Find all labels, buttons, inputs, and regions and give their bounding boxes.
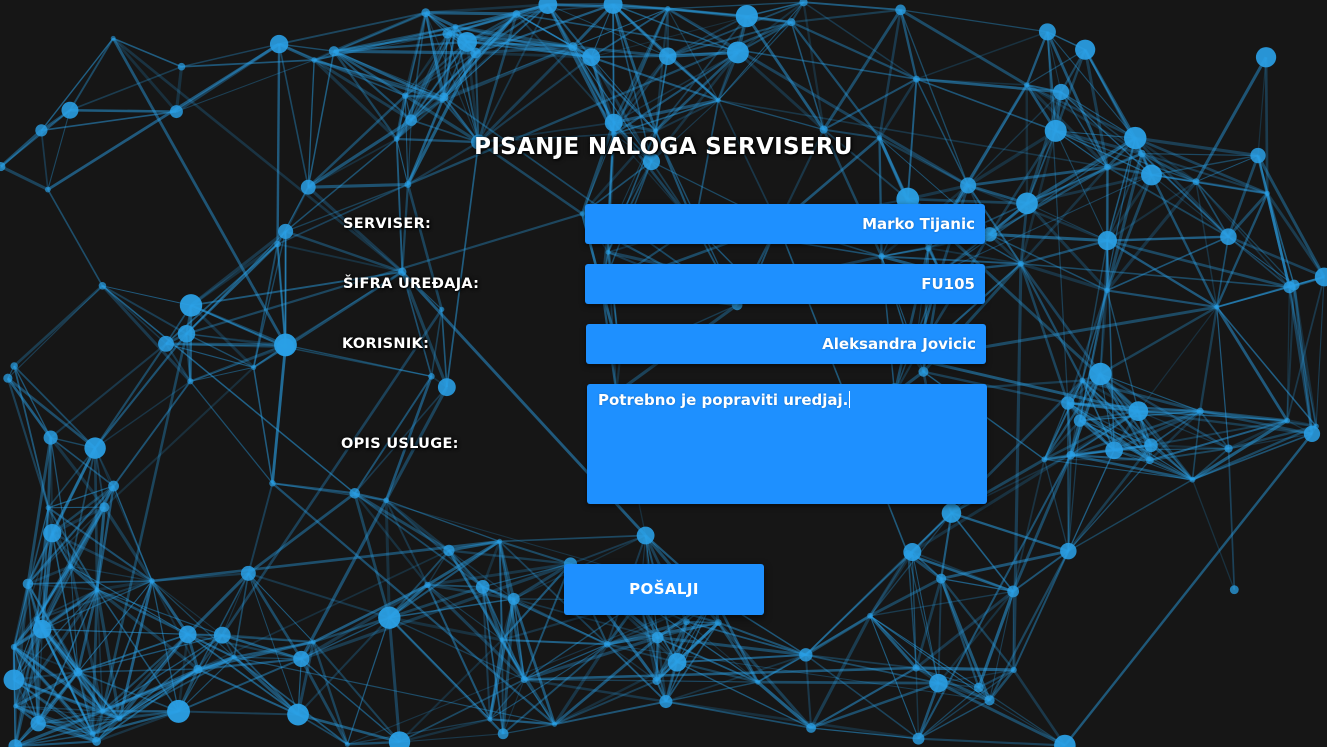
opis-usluge-label: OPIS USLUGE: [341,436,459,452]
text-cursor [849,391,851,408]
opis-usluge-text: Potrebno je popraviti uredjaj. [598,391,849,409]
posalji-button[interactable]: POŠALJI [564,564,764,615]
korisnik-label: KORISNIK: [342,336,430,352]
serviser-label: SERVISER: [343,216,432,232]
network-background-image [0,0,1327,747]
korisnik-input[interactable]: Aleksandra Jovicic [586,324,986,364]
page-title: PISANJE NALOGA SERVISERU [474,134,853,160]
page-background: PISANJE NALOGA SERVISERU SERVISER: Marko… [0,0,1327,747]
serviser-input[interactable]: Marko Tijanic [585,204,985,244]
sifra-uredjaja-input[interactable]: FU105 [585,264,985,304]
opis-usluge-textarea[interactable]: Potrebno je popraviti uredjaj. [587,384,987,504]
sifra-uredjaja-label: ŠIFRA UREĐAJA: [343,276,480,292]
